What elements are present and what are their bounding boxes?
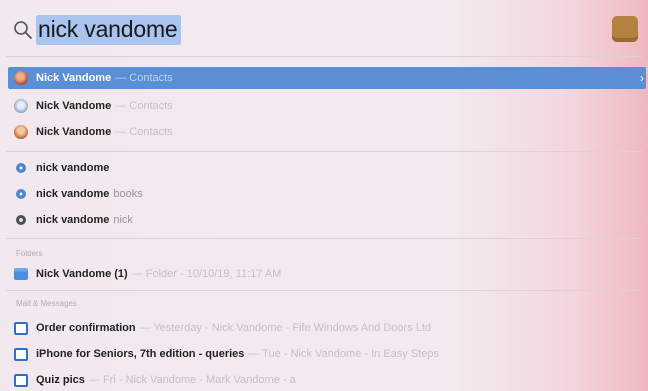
result-contact-1[interactable]: Nick Vandome — Contacts › <box>8 67 646 89</box>
chevron-right-icon: › <box>640 125 644 139</box>
contacts-app-icon <box>612 16 638 42</box>
suggestion-3[interactable]: nick vandome nick › <box>8 209 646 231</box>
contact-photo-icon <box>14 125 28 139</box>
search-icon <box>14 21 32 39</box>
mail-icon <box>14 321 28 335</box>
spotlight-search-bar[interactable]: nick vandome <box>0 0 648 60</box>
web-search-icon <box>16 189 26 199</box>
mail-icon <box>14 373 28 387</box>
chevron-right-icon: › <box>640 99 644 113</box>
result-contact-2[interactable]: Nick Vandome — Contacts › <box>8 95 646 117</box>
divider <box>6 56 642 57</box>
divider <box>6 238 642 239</box>
divider <box>6 151 642 152</box>
suggestion-2[interactable]: nick vandome books <box>8 183 646 205</box>
chevron-right-icon: › <box>640 71 644 85</box>
mail-icon <box>14 347 28 361</box>
result-mail-1[interactable]: Order confirmation — Yesterday - Nick Va… <box>8 317 646 339</box>
search-input[interactable]: nick vandome <box>36 15 181 45</box>
web-search-icon <box>16 163 26 173</box>
divider <box>6 290 642 291</box>
folder-icon <box>14 268 28 280</box>
contact-photo-icon <box>14 71 28 85</box>
chevron-right-icon: › <box>640 213 644 227</box>
section-label-mail: Mail & Messages <box>16 299 77 308</box>
suggestion-1[interactable]: nick vandome <box>8 157 646 179</box>
result-mail-2[interactable]: iPhone for Seniors, 7th edition - querie… <box>8 343 646 365</box>
result-contact-3[interactable]: Nick Vandome — Contacts › <box>8 121 646 143</box>
contact-photo-icon <box>14 99 28 113</box>
result-mail-3[interactable]: Quiz pics — Fri - Nick Vandome - Mark Va… <box>8 369 646 391</box>
section-label-folders: Folders <box>16 249 43 258</box>
web-search-icon <box>16 215 26 225</box>
result-folder-1[interactable]: Nick Vandome (1) — Folder - 10/10/19, 11… <box>8 263 646 285</box>
